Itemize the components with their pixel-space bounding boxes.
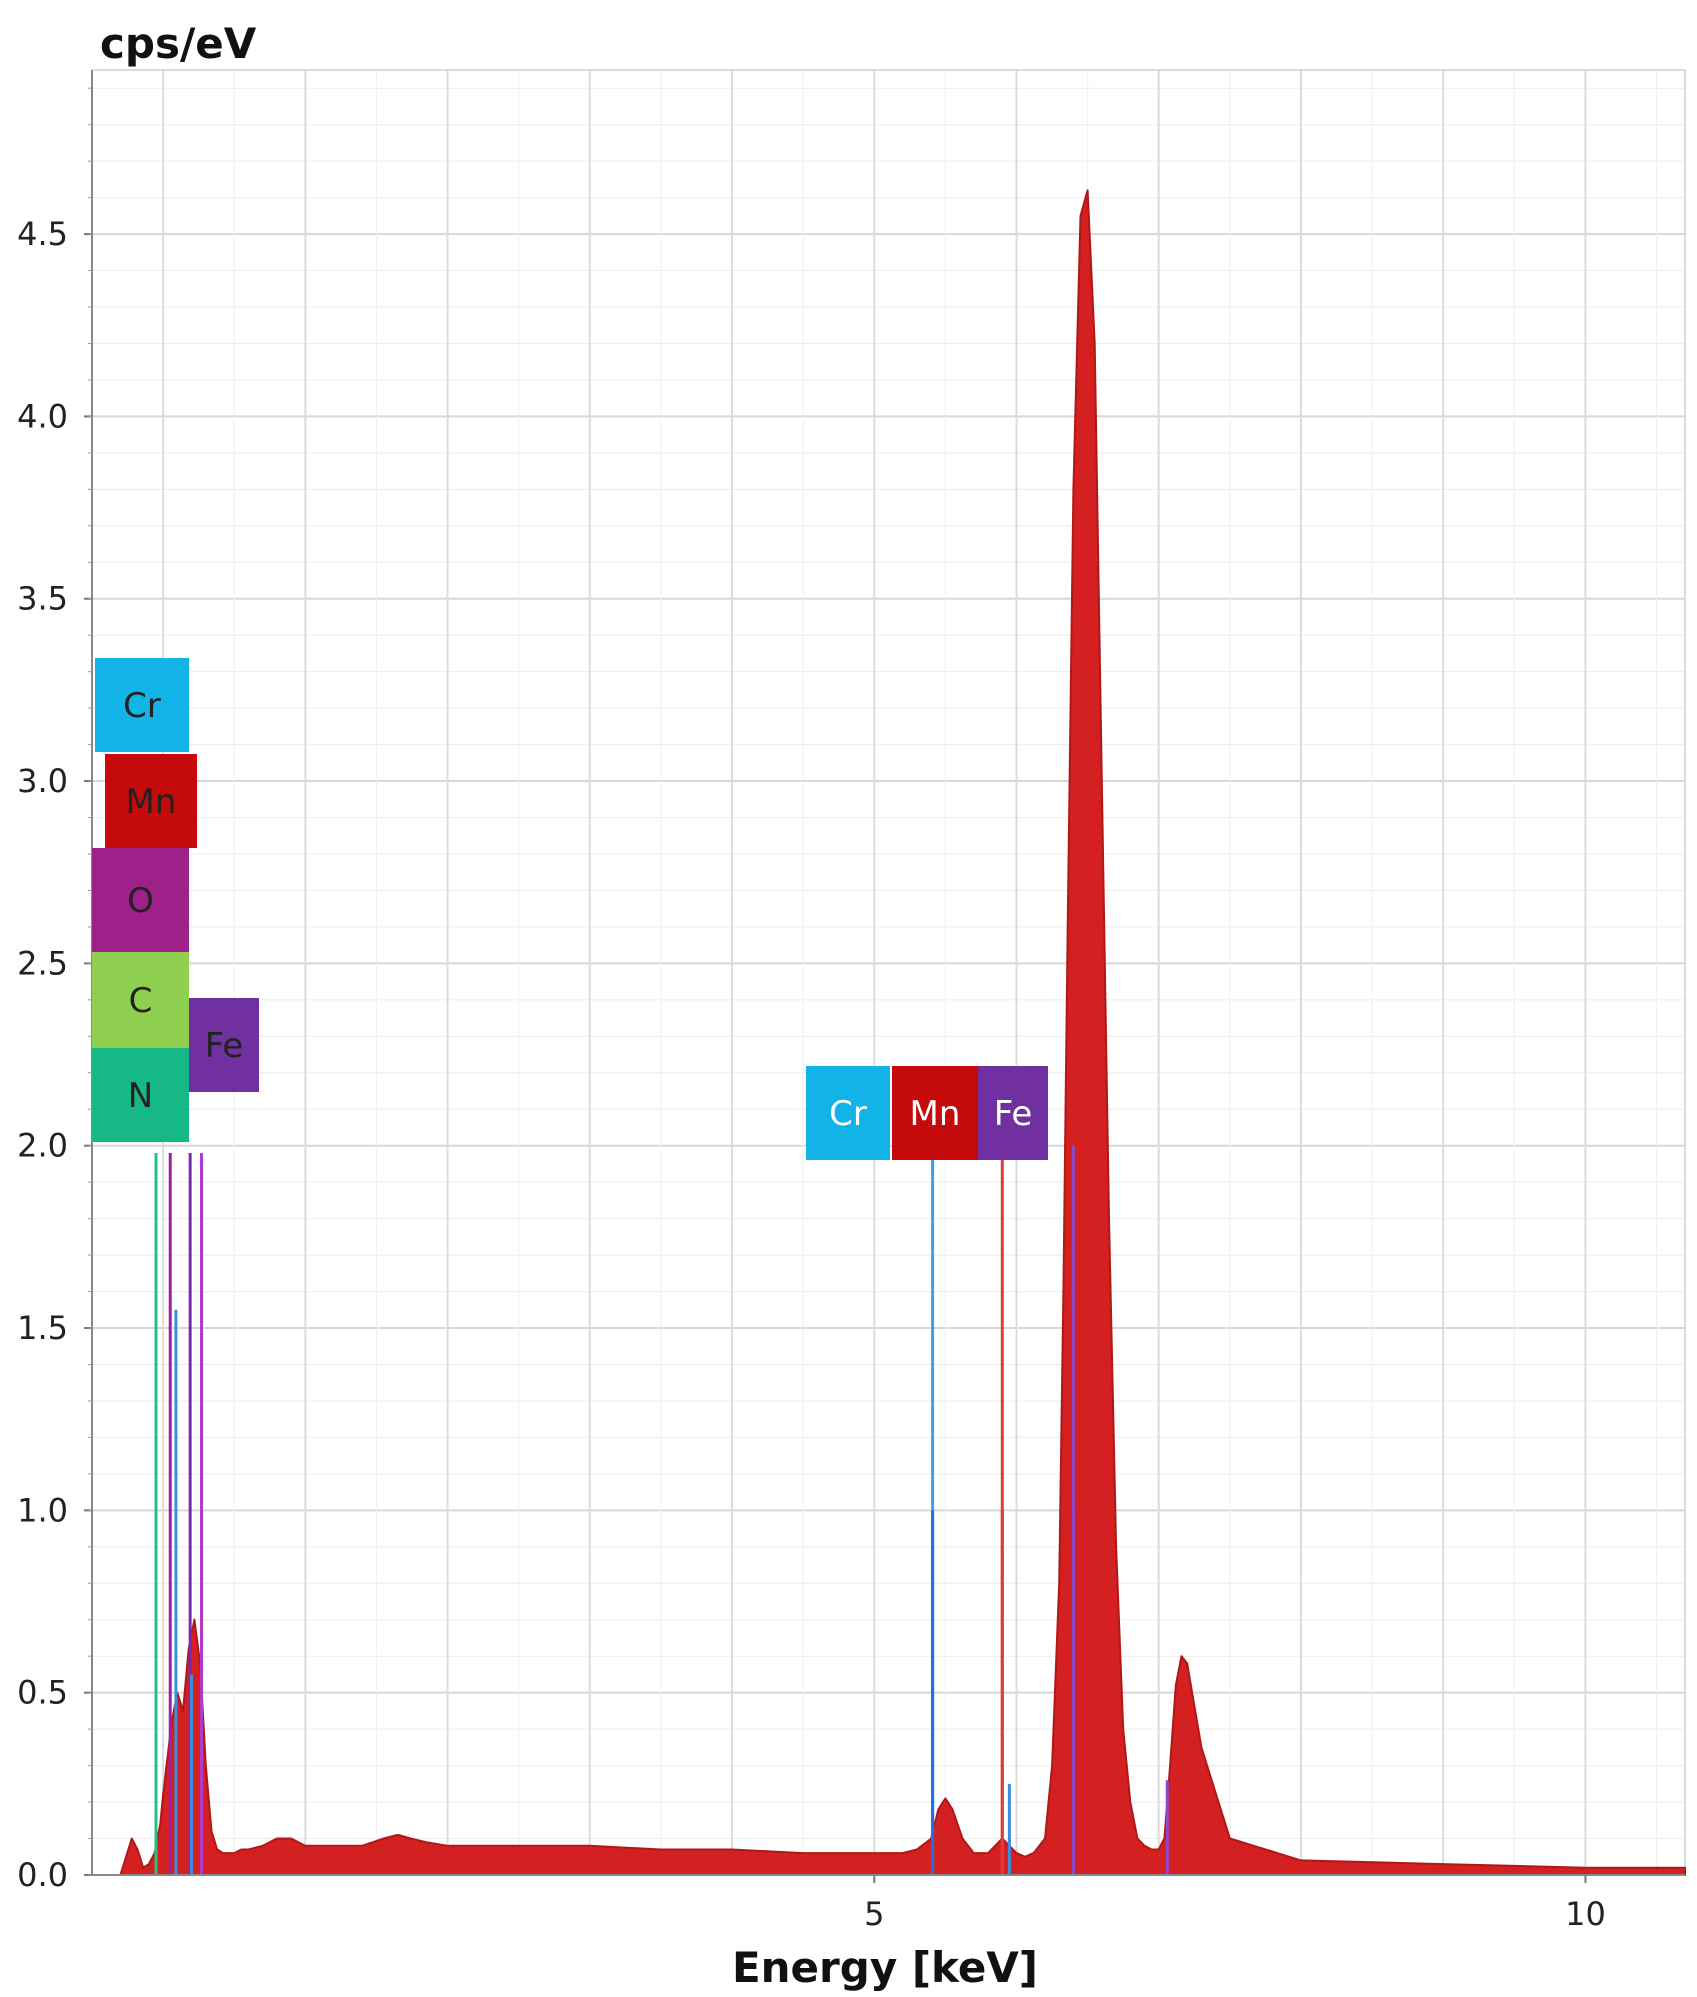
element-tag-mn: Mn: [105, 754, 197, 848]
element-tag-label: C: [129, 981, 153, 1021]
y-tick-label: 0.0: [17, 1856, 68, 1894]
x-tick-label: 5: [864, 1895, 884, 1933]
element-tag-label: Fe: [205, 1026, 244, 1066]
element-tag-label: Cr: [123, 686, 161, 726]
y-tick-label: 1.5: [17, 1309, 68, 1347]
element-tag-n: N: [92, 1048, 189, 1142]
eds-spectrum-chart: 0.0 0.5 1.0 1.5 2.0 2.5 3.0 3.5 4.0 4.5 5 10 Cr Mn O…: [0, 0, 1697, 1997]
element-tag-o: O: [92, 848, 189, 952]
element-tag-label: N: [128, 1076, 153, 1116]
y-tick-label: 3.0: [17, 762, 68, 800]
y-axis-label: cps/eV: [100, 19, 257, 68]
element-tag-label: Mn: [126, 782, 177, 822]
element-tag-fe: Fe: [978, 1066, 1048, 1160]
y-tick-label: 4.5: [17, 215, 68, 253]
element-tag-c: C: [92, 952, 189, 1048]
y-tick-label: 4.0: [17, 397, 68, 435]
y-tick-label: 1.0: [17, 1491, 68, 1529]
element-tag-fe: Fe: [189, 998, 259, 1092]
element-tag-cr: Cr: [806, 1066, 890, 1160]
element-tag-mn: Mn: [892, 1066, 978, 1160]
element-tag-label: Fe: [994, 1094, 1033, 1134]
element-tag-label: Mn: [910, 1094, 961, 1134]
y-tick-label: 2.0: [17, 1127, 68, 1165]
element-tag-label: Cr: [829, 1094, 867, 1134]
x-axis-label: Energy [keV]: [732, 1943, 1038, 1992]
element-tag-label: O: [127, 881, 154, 921]
y-tick-label: 2.5: [17, 944, 68, 982]
y-tick-label: 3.5: [17, 580, 68, 618]
y-tick-label: 0.5: [17, 1674, 68, 1712]
x-tick-label: 10: [1565, 1895, 1606, 1933]
element-tag-cr: Cr: [95, 658, 189, 752]
